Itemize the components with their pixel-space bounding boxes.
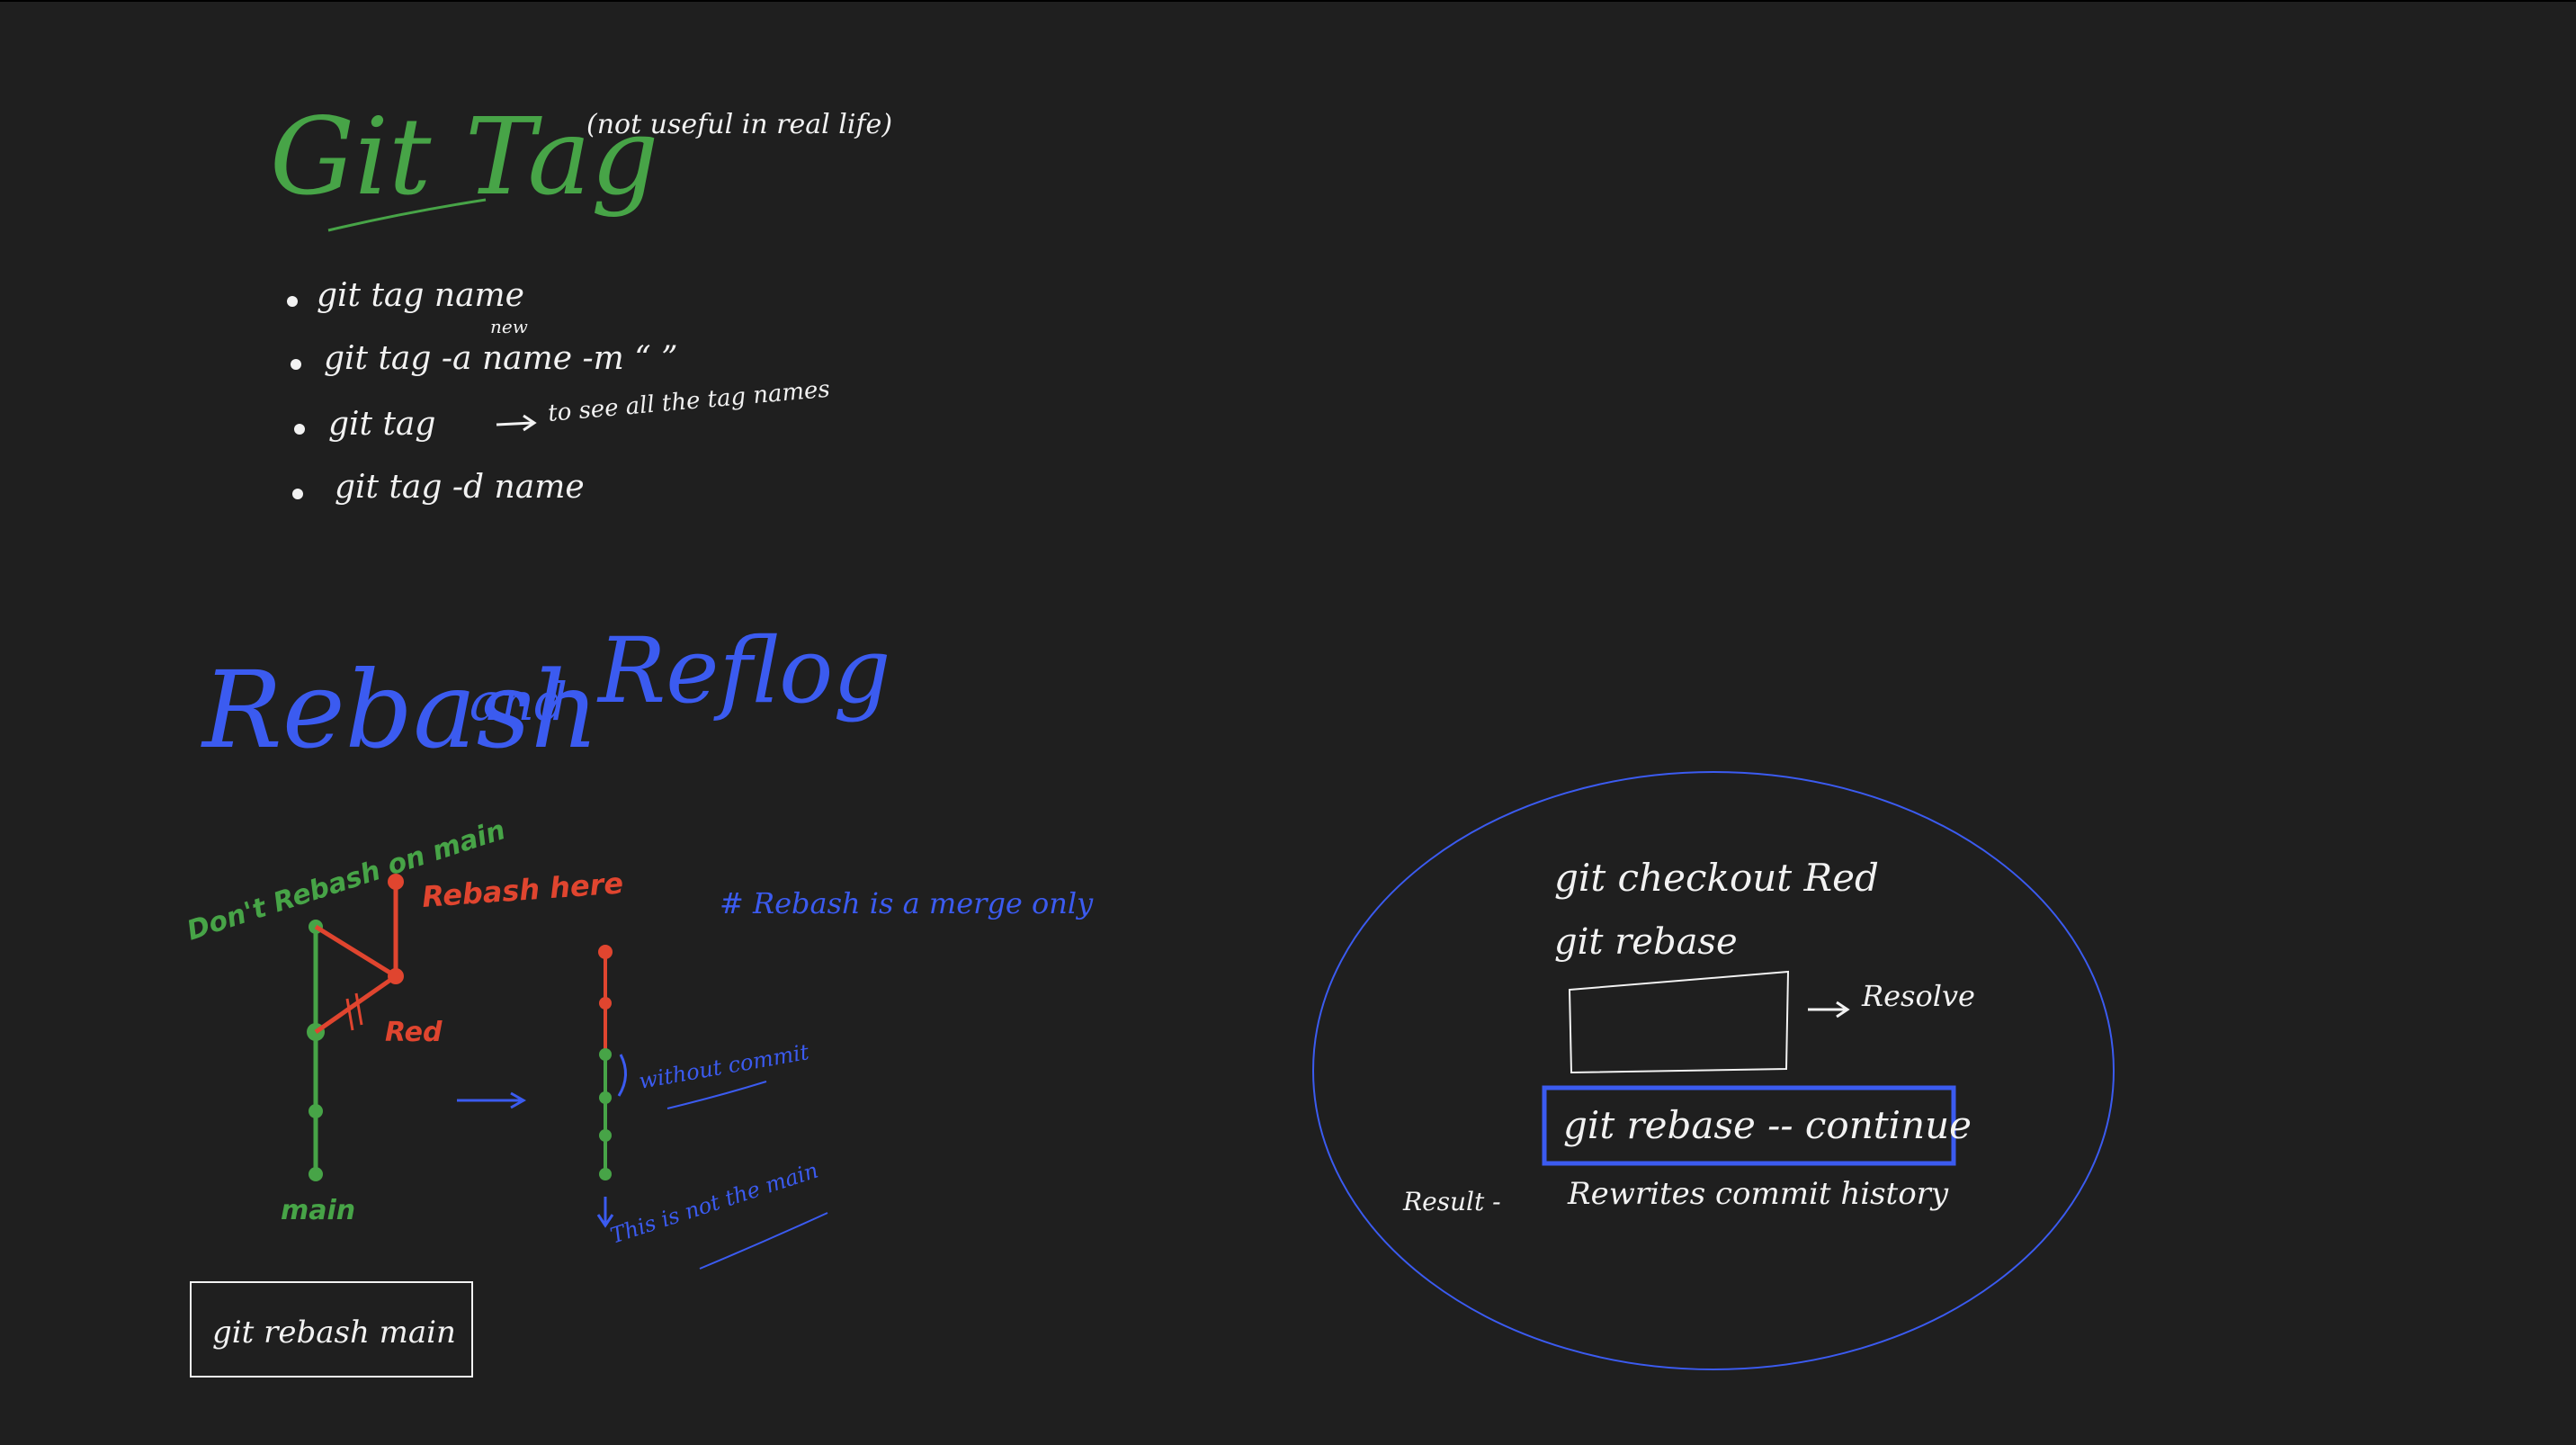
result-label: Result -	[1402, 1187, 1501, 1216]
tag-command-2: git tag -a name -m “ ”	[324, 340, 678, 377]
commit-node	[599, 997, 612, 1010]
git-tag-note: (not useful in real life)	[586, 109, 892, 140]
commit-node	[599, 1048, 612, 1061]
rebase-command: git rebase	[1554, 921, 1738, 963]
bullet	[292, 489, 303, 499]
commit-node	[599, 1129, 612, 1142]
tag-command-3: git tag	[328, 406, 435, 443]
result-text: Rewrites commit history	[1567, 1176, 1949, 1212]
bullet	[291, 359, 301, 370]
checkout-command: git checkout Red	[1554, 856, 1879, 900]
resolve-label: Resolve	[1861, 979, 1975, 1013]
title-reflog: Reflog	[596, 618, 890, 723]
commit-node	[599, 1091, 612, 1104]
whiteboard-canvas: Git Tag (not useful in real life) git ta…	[0, 0, 2576, 1445]
red-branch-label: Red	[385, 1017, 443, 1048]
commit-node	[309, 1167, 323, 1181]
new-annotation: new	[490, 316, 528, 337]
continue-command: git rebase -- continue	[1563, 1103, 1972, 1147]
bullet	[294, 424, 305, 435]
title-and: and	[470, 671, 568, 732]
tag-command-1: git tag name	[317, 277, 524, 314]
commit-node	[388, 968, 404, 984]
command-box-text: git rebash main	[212, 1315, 456, 1351]
commit-node	[309, 1104, 323, 1118]
tag-command-4: git tag -d name	[335, 469, 585, 506]
main-branch-label: main	[281, 1195, 355, 1226]
merge-note: # Rebash is a merge only	[720, 886, 1094, 920]
arrow-icon	[496, 421, 533, 426]
bullet	[287, 296, 298, 307]
commit-node	[598, 945, 613, 959]
commit-node	[599, 1168, 612, 1180]
